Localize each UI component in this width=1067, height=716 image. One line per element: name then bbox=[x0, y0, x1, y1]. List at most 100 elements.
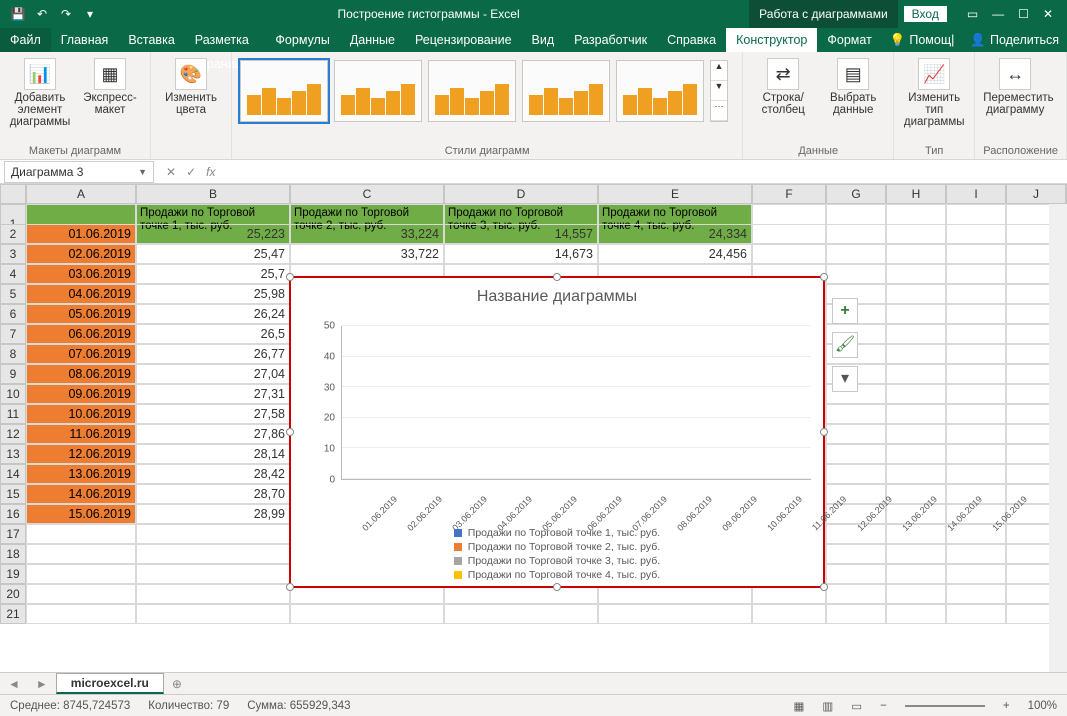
row-header[interactable]: 17 bbox=[0, 524, 26, 544]
cell[interactable] bbox=[598, 604, 752, 624]
row-header[interactable]: 13 bbox=[0, 444, 26, 464]
chart-style-4[interactable] bbox=[522, 60, 610, 122]
cell[interactable] bbox=[752, 244, 826, 264]
tab-chart-format[interactable]: Формат bbox=[817, 28, 881, 52]
tab-chart-design[interactable]: Конструктор bbox=[726, 28, 817, 52]
cell[interactable] bbox=[826, 404, 886, 424]
tab-developer[interactable]: Разработчик bbox=[564, 28, 657, 52]
cell[interactable] bbox=[946, 364, 1006, 384]
cell[interactable]: 03.06.2019 bbox=[26, 264, 136, 284]
cell[interactable] bbox=[826, 424, 886, 444]
ribbon-options-icon[interactable]: ▭ bbox=[967, 7, 978, 21]
cell[interactable]: 25,98 bbox=[136, 284, 290, 304]
cell[interactable] bbox=[886, 424, 946, 444]
cell[interactable]: 27,31 bbox=[136, 384, 290, 404]
row-header[interactable]: 4 bbox=[0, 264, 26, 284]
cell[interactable] bbox=[826, 464, 886, 484]
chart-filters-button[interactable]: ▾ bbox=[832, 366, 858, 392]
row-header[interactable]: 21 bbox=[0, 604, 26, 624]
chart-styles-gallery[interactable]: ▲▼⋯ bbox=[240, 56, 728, 122]
chart-object[interactable]: Название диаграммы 01020304050 01.06.201… bbox=[289, 276, 825, 588]
cell[interactable] bbox=[136, 544, 290, 564]
cell[interactable]: 09.06.2019 bbox=[26, 384, 136, 404]
cell[interactable]: 01.06.2019 bbox=[26, 224, 136, 244]
cell[interactable]: 12.06.2019 bbox=[26, 444, 136, 464]
column-header[interactable]: J bbox=[1006, 184, 1066, 204]
cell[interactable]: 33,722 bbox=[290, 244, 444, 264]
column-header[interactable]: B bbox=[136, 184, 290, 204]
cell[interactable]: 26,5 bbox=[136, 324, 290, 344]
cell[interactable] bbox=[826, 564, 886, 584]
cell[interactable]: 25,223 bbox=[136, 224, 290, 244]
tab-file[interactable]: Файл bbox=[0, 28, 51, 52]
column-header[interactable]: D bbox=[444, 184, 598, 204]
sheet-nav-prev[interactable]: ◄ bbox=[0, 677, 28, 691]
save-icon[interactable]: 💾 bbox=[8, 7, 28, 21]
cell[interactable] bbox=[946, 224, 1006, 244]
cell[interactable] bbox=[946, 384, 1006, 404]
cell[interactable] bbox=[826, 604, 886, 624]
cell[interactable]: 14,557 bbox=[444, 224, 598, 244]
cell[interactable] bbox=[136, 564, 290, 584]
cell[interactable] bbox=[946, 464, 1006, 484]
cell[interactable] bbox=[826, 444, 886, 464]
chart-style-5[interactable] bbox=[616, 60, 704, 122]
cell[interactable]: 07.06.2019 bbox=[26, 344, 136, 364]
cell[interactable]: 27,86 bbox=[136, 424, 290, 444]
cell[interactable] bbox=[26, 584, 136, 604]
maximize-icon[interactable]: ☐ bbox=[1018, 7, 1029, 21]
tab-page-layout[interactable]: Разметка страницы bbox=[185, 28, 266, 52]
vertical-scrollbar[interactable] bbox=[1049, 204, 1067, 672]
tab-data[interactable]: Данные bbox=[340, 28, 405, 52]
row-header[interactable]: 20 bbox=[0, 584, 26, 604]
cell[interactable] bbox=[826, 584, 886, 604]
cell[interactable] bbox=[826, 264, 886, 284]
cell[interactable] bbox=[26, 604, 136, 624]
cell[interactable] bbox=[886, 324, 946, 344]
cell[interactable] bbox=[946, 304, 1006, 324]
tab-help[interactable]: Справка bbox=[657, 28, 726, 52]
select-data-button[interactable]: ▤ Выбрать данные bbox=[821, 56, 885, 116]
row-header[interactable]: 5 bbox=[0, 284, 26, 304]
tab-formulas[interactable]: Формулы bbox=[265, 28, 339, 52]
cell[interactable]: 33,224 bbox=[290, 224, 444, 244]
row-header[interactable]: 14 bbox=[0, 464, 26, 484]
sheet-nav-next[interactable]: ► bbox=[28, 677, 56, 691]
row-header[interactable]: 19 bbox=[0, 564, 26, 584]
quick-layout-button[interactable]: ▦ Экспресс-макет bbox=[78, 56, 142, 116]
view-normal-icon[interactable]: ▦ bbox=[794, 699, 805, 713]
row-header[interactable]: 2 bbox=[0, 224, 26, 244]
cell[interactable] bbox=[946, 584, 1006, 604]
cell[interactable]: 15.06.2019 bbox=[26, 504, 136, 524]
tab-review[interactable]: Рецензирование bbox=[405, 28, 522, 52]
chart-legend[interactable]: Продажи по Торговой точке 1, тыс. руб.Пр… bbox=[291, 526, 823, 582]
cell[interactable] bbox=[886, 304, 946, 324]
cell[interactable] bbox=[752, 224, 826, 244]
enter-icon[interactable]: ✓ bbox=[186, 165, 196, 179]
cell[interactable]: 28,42 bbox=[136, 464, 290, 484]
cell[interactable]: 28,14 bbox=[136, 444, 290, 464]
chart-title[interactable]: Название диаграммы bbox=[291, 278, 823, 310]
cell[interactable]: 11.06.2019 bbox=[26, 424, 136, 444]
cell[interactable] bbox=[946, 424, 1006, 444]
cell[interactable]: 26,77 bbox=[136, 344, 290, 364]
cell[interactable]: 28,70 bbox=[136, 484, 290, 504]
row-header[interactable]: 3 bbox=[0, 244, 26, 264]
cell[interactable]: 06.06.2019 bbox=[26, 324, 136, 344]
column-header[interactable]: I bbox=[946, 184, 1006, 204]
cell[interactable] bbox=[444, 604, 598, 624]
cell[interactable]: 24,334 bbox=[598, 224, 752, 244]
change-colors-button[interactable]: 🎨 Изменить цвета bbox=[159, 56, 223, 116]
cell[interactable]: 25,7 bbox=[136, 264, 290, 284]
row-header[interactable]: 6 bbox=[0, 304, 26, 324]
fx-icon[interactable]: fx bbox=[206, 165, 215, 179]
sheet-tab[interactable]: microexcel.ru bbox=[56, 673, 164, 694]
move-chart-button[interactable]: ↔ Переместить диаграмму bbox=[983, 56, 1047, 116]
cell[interactable]: 04.06.2019 bbox=[26, 284, 136, 304]
chevron-down-icon[interactable]: ▼ bbox=[138, 167, 147, 177]
row-header[interactable]: 9 bbox=[0, 364, 26, 384]
row-header[interactable]: 16 bbox=[0, 504, 26, 524]
cell[interactable]: 05.06.2019 bbox=[26, 304, 136, 324]
tab-insert[interactable]: Вставка bbox=[118, 28, 184, 52]
tab-view[interactable]: Вид bbox=[522, 28, 565, 52]
